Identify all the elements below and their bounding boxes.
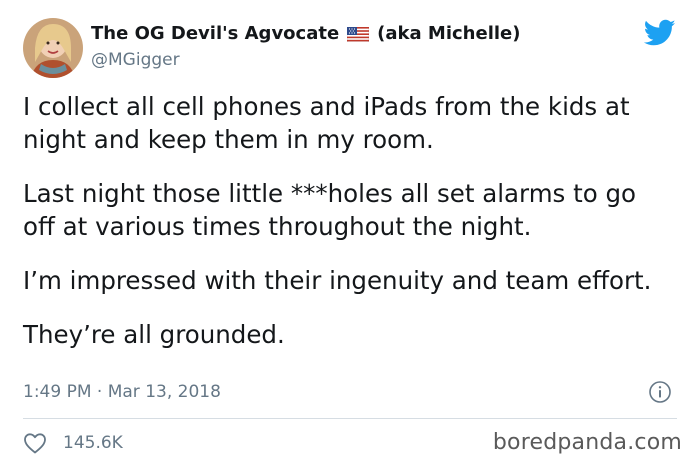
tweet-paragraph: They’re all grounded. (23, 320, 285, 349)
tweet-paragraph: I’m impressed with their ingenuity and t… (23, 266, 652, 295)
info-icon[interactable] (648, 380, 672, 404)
display-name-row[interactable]: The OG Devil's Agvocate (aka Michelle) (91, 22, 520, 46)
display-name-suffix[interactable]: (aka Michelle) (377, 22, 520, 46)
like-button[interactable]: 145.6K (23, 430, 123, 456)
heart-outline-icon[interactable] (23, 432, 47, 454)
tweet-paragraph: I collect all cell phones and iPads from… (23, 92, 630, 154)
watermark: boredpanda.com (492, 430, 682, 455)
divider (23, 418, 677, 419)
display-name[interactable]: The OG Devil's Agvocate (91, 22, 339, 46)
tweet-card: The OG Devil's Agvocate (aka Michelle) @… (0, 0, 700, 472)
avatar[interactable] (23, 18, 83, 78)
tweet-text: I collect all cell phones and iPads from… (23, 90, 673, 351)
author-block: The OG Devil's Agvocate (aka Michelle) @… (91, 22, 520, 72)
tweet-paragraph: Last night those little ***holes all set… (23, 179, 637, 241)
us-flag-icon (347, 26, 370, 42)
tweet-timestamp[interactable]: 1:49 PM · Mar 13, 2018 (23, 380, 221, 404)
like-count: 145.6K (63, 433, 123, 453)
twitter-bird-icon[interactable] (644, 19, 676, 47)
handle[interactable]: @MGigger (91, 48, 520, 72)
